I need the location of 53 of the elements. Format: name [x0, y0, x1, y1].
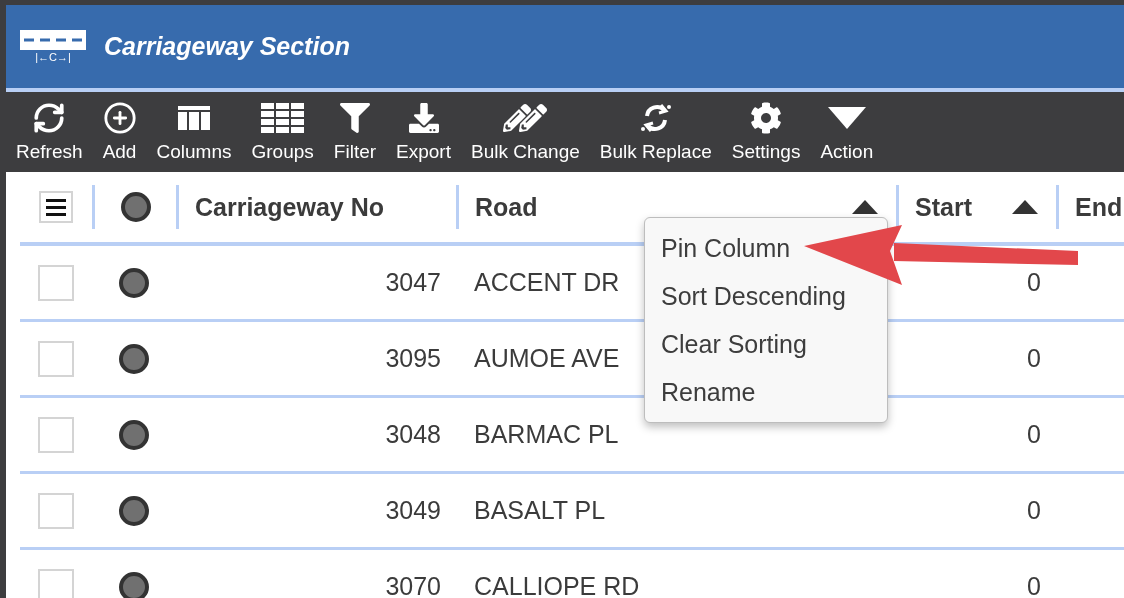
table-cell: 0 — [1027, 344, 1041, 373]
table-cell: BARMAC PL — [474, 420, 619, 449]
refresh-icon — [32, 101, 67, 135]
sort-up-icon[interactable] — [1012, 200, 1038, 214]
filter-icon — [339, 101, 370, 135]
toolbar-button[interactable]: Groups — [241, 92, 324, 172]
table-cell: 0 — [1027, 496, 1041, 525]
toolbar-button[interactable]: Filter — [323, 92, 387, 172]
menu-icon[interactable] — [39, 191, 73, 223]
column-header[interactable]: Carriageway No — [195, 192, 384, 222]
menu-item[interactable]: Pin Column — [645, 224, 807, 272]
table-cell: 3095 — [385, 344, 441, 373]
toolbar-button[interactable]: Refresh — [6, 92, 93, 172]
toolbar-button[interactable]: Add — [92, 92, 147, 172]
table-cell: BASALT PL — [474, 496, 606, 525]
table-cell: 0 — [1027, 572, 1041, 598]
column-header[interactable]: Start — [915, 192, 972, 222]
table-cell: CALLIOPE RD — [474, 572, 640, 598]
sort-up-icon[interactable] — [852, 200, 878, 214]
column-header[interactable]: Road — [475, 192, 538, 222]
road-logo-icon — [20, 29, 86, 50]
toolbar-button[interactable]: Columns — [146, 92, 242, 172]
table-cell: 0 — [1027, 420, 1041, 449]
menu-item[interactable]: Rename — [645, 368, 772, 416]
table-cell: 3048 — [385, 420, 441, 449]
pencils-icon — [503, 101, 548, 135]
toolbar-button[interactable]: Bulk Change — [461, 92, 590, 172]
table-cell: 3049 — [385, 496, 441, 525]
toolbar-button[interactable]: Settings — [721, 92, 811, 172]
logo-label: |←C→| — [35, 49, 71, 64]
plus-circle-icon — [102, 101, 137, 135]
menu-item[interactable]: Sort Descending — [645, 272, 862, 320]
status-dot — [120, 192, 151, 222]
menu-item[interactable]: Clear Sorting — [645, 320, 823, 368]
toolbar-button[interactable]: Export — [386, 92, 461, 172]
column-header[interactable]: End — [1075, 192, 1123, 222]
download-icon — [408, 101, 439, 135]
table-cell: 0 — [1027, 268, 1041, 297]
toolbar-button[interactable]: Bulk Replace — [589, 92, 722, 172]
row-checkbox[interactable] — [38, 492, 74, 529]
row-checkbox[interactable] — [38, 568, 74, 598]
replace-icon — [638, 101, 673, 135]
window-title: Carriageway Section — [104, 32, 350, 61]
settings-icon — [750, 101, 783, 135]
row-checkbox[interactable] — [38, 340, 74, 377]
table-cell: AUMOE AVE — [474, 344, 620, 373]
table-cell: 3070 — [385, 572, 441, 598]
row-checkbox[interactable] — [38, 416, 74, 453]
table-icon — [260, 101, 305, 135]
row-checkbox[interactable] — [38, 264, 74, 301]
toolbar-button[interactable]: Action — [810, 92, 884, 172]
table-cell: 3047 — [385, 268, 441, 297]
table-cell: ACCENT DR — [474, 268, 620, 297]
